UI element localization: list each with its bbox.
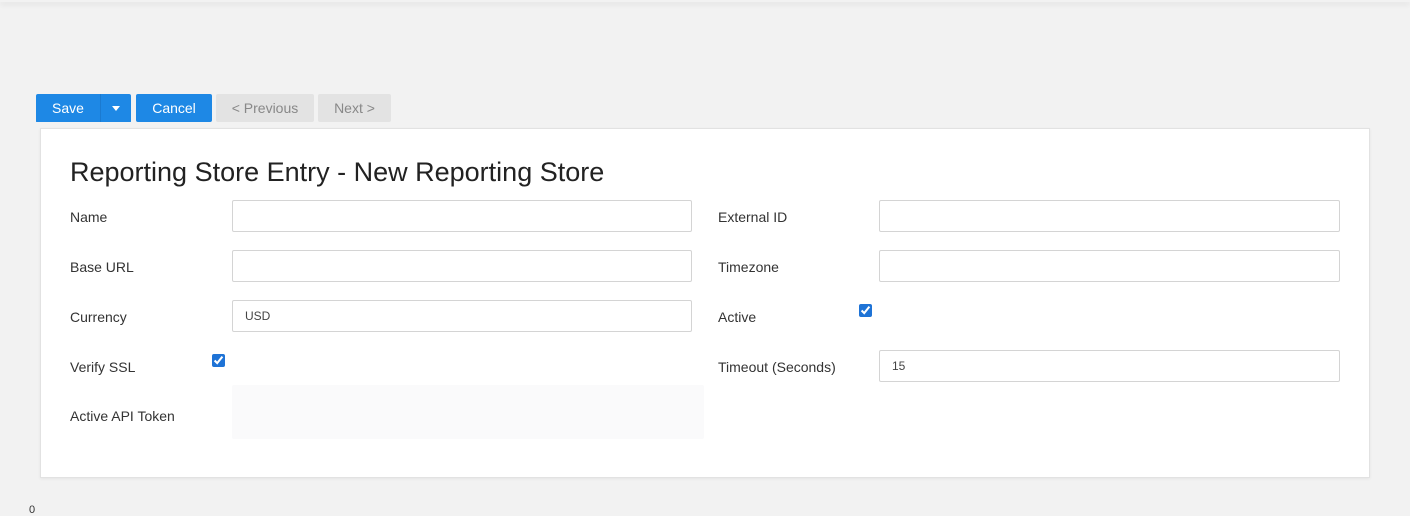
footer-stray-text: 0 xyxy=(29,504,36,516)
external-id-label: External ID xyxy=(718,209,788,225)
api-token-label: Active API Token xyxy=(70,408,175,424)
currency-label: Currency xyxy=(70,309,127,325)
timezone-label: Timezone xyxy=(718,259,779,275)
timezone-input[interactable] xyxy=(879,250,1340,282)
base-url-label: Base URL xyxy=(70,259,134,275)
name-label: Name xyxy=(70,209,108,225)
base-url-input[interactable] xyxy=(232,250,692,282)
reporting-store-form-card: Reporting Store Entry - New Reporting St… xyxy=(40,128,1370,478)
name-input[interactable] xyxy=(232,200,692,232)
active-label: Active xyxy=(718,309,757,325)
save-split-button: Save xyxy=(36,94,131,123)
external-id-input[interactable] xyxy=(879,200,1340,232)
page-title: Reporting Store Entry - New Reporting St… xyxy=(70,157,605,187)
verify-ssl-label: Verify SSL xyxy=(70,359,136,375)
previous-button[interactable]: < Previous xyxy=(216,94,314,122)
timeout-input[interactable] xyxy=(879,350,1340,382)
timeout-label: Timeout (Seconds) xyxy=(718,359,836,375)
api-token-placeholder xyxy=(232,385,704,439)
save-options-dropdown[interactable] xyxy=(100,94,131,122)
action-toolbar: Save Cancel < Previous Next > xyxy=(36,94,391,123)
caret-down-icon xyxy=(112,105,120,111)
currency-input[interactable] xyxy=(232,300,692,332)
active-checkbox[interactable] xyxy=(859,304,872,317)
next-button[interactable]: Next > xyxy=(318,94,391,122)
save-button[interactable]: Save xyxy=(36,94,100,122)
verify-ssl-checkbox[interactable] xyxy=(212,354,225,367)
top-bar-shadow xyxy=(0,0,1410,2)
cancel-button[interactable]: Cancel xyxy=(136,94,212,122)
